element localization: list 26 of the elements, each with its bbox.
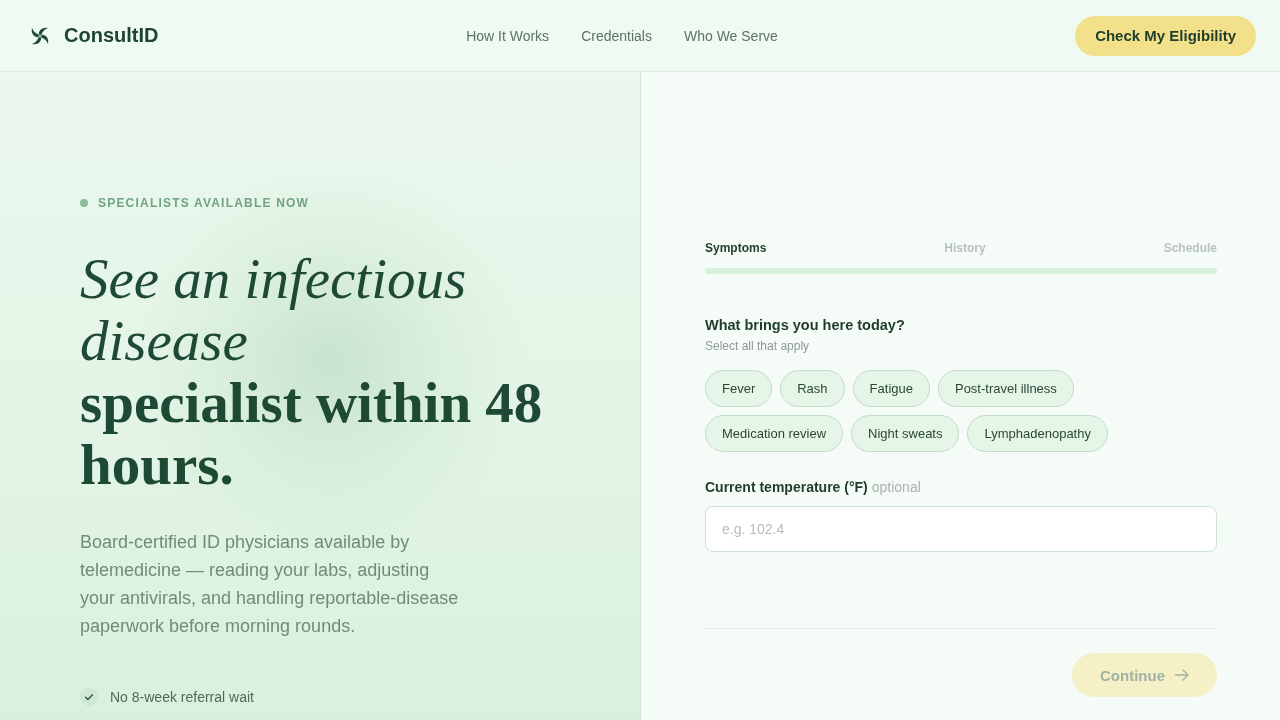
symptom-chip[interactable]: Fever [705, 370, 773, 407]
benefit-text: No 8-week referral wait [110, 689, 254, 705]
symptom-chip[interactable]: Rash [780, 370, 845, 407]
step-tab[interactable]: Symptoms [705, 241, 767, 256]
eligibility-button[interactable]: Check My Eligibility [1075, 15, 1256, 56]
hero-description: Board-certified ID physicians available by telemedicine — reading your labs, adjusting your antivirals, and handling reportable-disease paperwork before morning rounds. [80, 531, 460, 638]
hero-headline: See an infectious disease specialist within 48 hours. [80, 248, 544, 496]
temperature-label: Current temperature (°F) [705, 479, 868, 496]
symptom-chip[interactable]: Fatigue [852, 370, 930, 407]
nav-link[interactable]: How It Works [466, 27, 550, 44]
temperature-input[interactable]: e.g. 102.4 [705, 506, 1217, 552]
arrow-right-icon [1175, 669, 1189, 681]
brand-name: ConsultID [64, 24, 159, 47]
symptom-chip[interactable]: Night sweats [851, 415, 960, 452]
check-icon [80, 688, 98, 706]
availability-tag: SPECIALISTS AVAILABLE NOW [98, 196, 310, 210]
symptom-chip[interactable]: Medication review [705, 415, 844, 452]
question-label: What brings you here today? [705, 316, 906, 334]
dot-icon [80, 199, 88, 207]
symptom-chip[interactable]: Lymphadenopathy [967, 415, 1108, 452]
pinwheel-logo-icon [30, 25, 50, 46]
question-hint: Select all that apply [705, 339, 811, 354]
nav-link[interactable]: Credentials [581, 27, 652, 44]
nav-link[interactable]: Who We Serve [683, 27, 778, 44]
symptom-chip[interactable]: Post-travel illness [937, 370, 1074, 407]
optional-note: optional [871, 479, 921, 496]
